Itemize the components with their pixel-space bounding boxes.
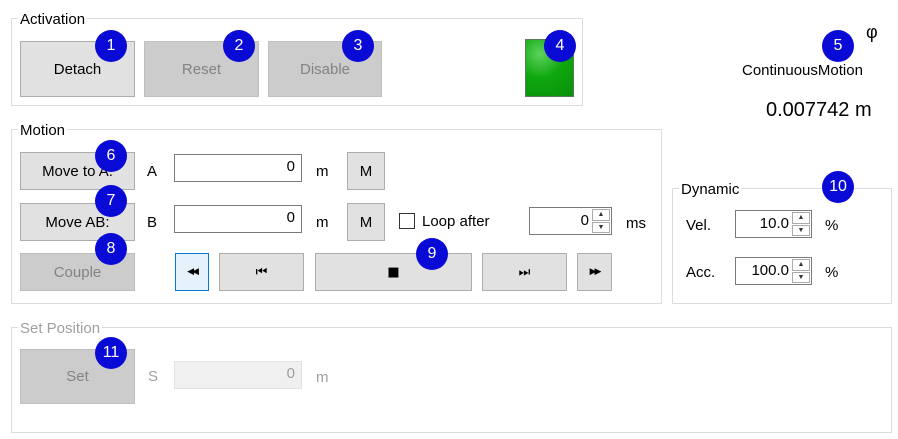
fast-forward-button[interactable]: ▶▶ — [577, 253, 612, 291]
s-label: S — [148, 368, 159, 385]
skip-forward-button[interactable]: ⏭ — [482, 253, 567, 291]
annotation-badge-11: 11 — [95, 337, 127, 369]
annotation-badge-5: 5 — [822, 30, 854, 62]
acceleration-spinner[interactable]: 100.0 ▲ ▼ — [735, 257, 812, 285]
rewind-icon: ◀◀ — [187, 267, 199, 277]
set-position-group-title: Set Position — [18, 320, 103, 338]
spin-down-icon[interactable]: ▼ — [592, 221, 610, 233]
annotation-badge-7: 7 — [95, 185, 127, 217]
skip-back-button[interactable]: ⏮ — [219, 253, 304, 291]
dynamic-group-title: Dynamic — [679, 181, 742, 199]
dynamic-group — [672, 188, 892, 304]
annotation-badge-8: 8 — [95, 233, 127, 265]
velocity-value: 10.0 — [759, 215, 789, 232]
motion-group-title: Motion — [18, 122, 68, 140]
loop-delay-value: 0 — [580, 212, 589, 229]
loop-after-checkbox[interactable] — [399, 213, 415, 229]
spin-down-icon[interactable]: ▼ — [792, 224, 810, 236]
annotation-badge-4: 4 — [544, 30, 576, 62]
acceleration-unit: % — [825, 264, 839, 281]
b-label: B — [147, 214, 158, 231]
s-unit-label: m — [316, 369, 329, 386]
b-unit-label: m — [316, 214, 329, 231]
acceleration-value: 100.0 — [751, 262, 789, 279]
annotation-badge-2: 2 — [223, 30, 255, 62]
spin-up-icon[interactable]: ▲ — [792, 259, 810, 271]
memorize-a-button[interactable]: M — [347, 152, 385, 190]
activation-group-title: Activation — [18, 11, 88, 29]
velocity-label: Vel. — [686, 217, 712, 234]
loop-delay-unit: ms — [626, 215, 646, 232]
spin-down-icon[interactable]: ▼ — [792, 271, 810, 283]
set-position-input[interactable]: 0 — [174, 361, 302, 389]
acceleration-label: Acc. — [686, 264, 716, 281]
rewind-button[interactable]: ◀◀ — [175, 253, 209, 291]
fast-forward-icon: ▶▶ — [589, 267, 602, 277]
velocity-unit: % — [825, 217, 839, 234]
loop-after-label: Loop after — [422, 213, 490, 230]
position-b-input[interactable]: 0 — [174, 205, 302, 233]
spin-up-icon[interactable]: ▲ — [592, 209, 610, 221]
position-readout: 0.007742 m — [766, 99, 872, 121]
position-a-input[interactable]: 0 — [174, 154, 302, 182]
stop-button[interactable]: ■ — [315, 253, 472, 291]
skip-back-icon: ⏮ — [255, 264, 268, 280]
a-unit-label: m — [316, 163, 329, 180]
annotation-badge-1: 1 — [95, 30, 127, 62]
spin-up-icon[interactable]: ▲ — [792, 212, 810, 224]
annotation-badge-3: 3 — [342, 30, 374, 62]
memorize-b-button[interactable]: M — [347, 203, 385, 241]
a-label: A — [147, 163, 158, 180]
annotation-badge-10: 10 — [822, 171, 854, 203]
skip-forward-icon: ⏭ — [518, 264, 531, 280]
annotation-badge-6: 6 — [95, 140, 127, 172]
phi-symbol-icon: φ — [866, 22, 878, 42]
motion-mode-label: ContinuousMotion — [742, 62, 863, 79]
set-position-group — [11, 327, 892, 433]
loop-delay-spinner[interactable]: 0 ▲ ▼ — [529, 207, 612, 235]
annotation-badge-9: 9 — [416, 238, 448, 270]
velocity-spinner[interactable]: 10.0 ▲ ▼ — [735, 210, 812, 238]
stop-icon: ■ — [387, 264, 400, 280]
